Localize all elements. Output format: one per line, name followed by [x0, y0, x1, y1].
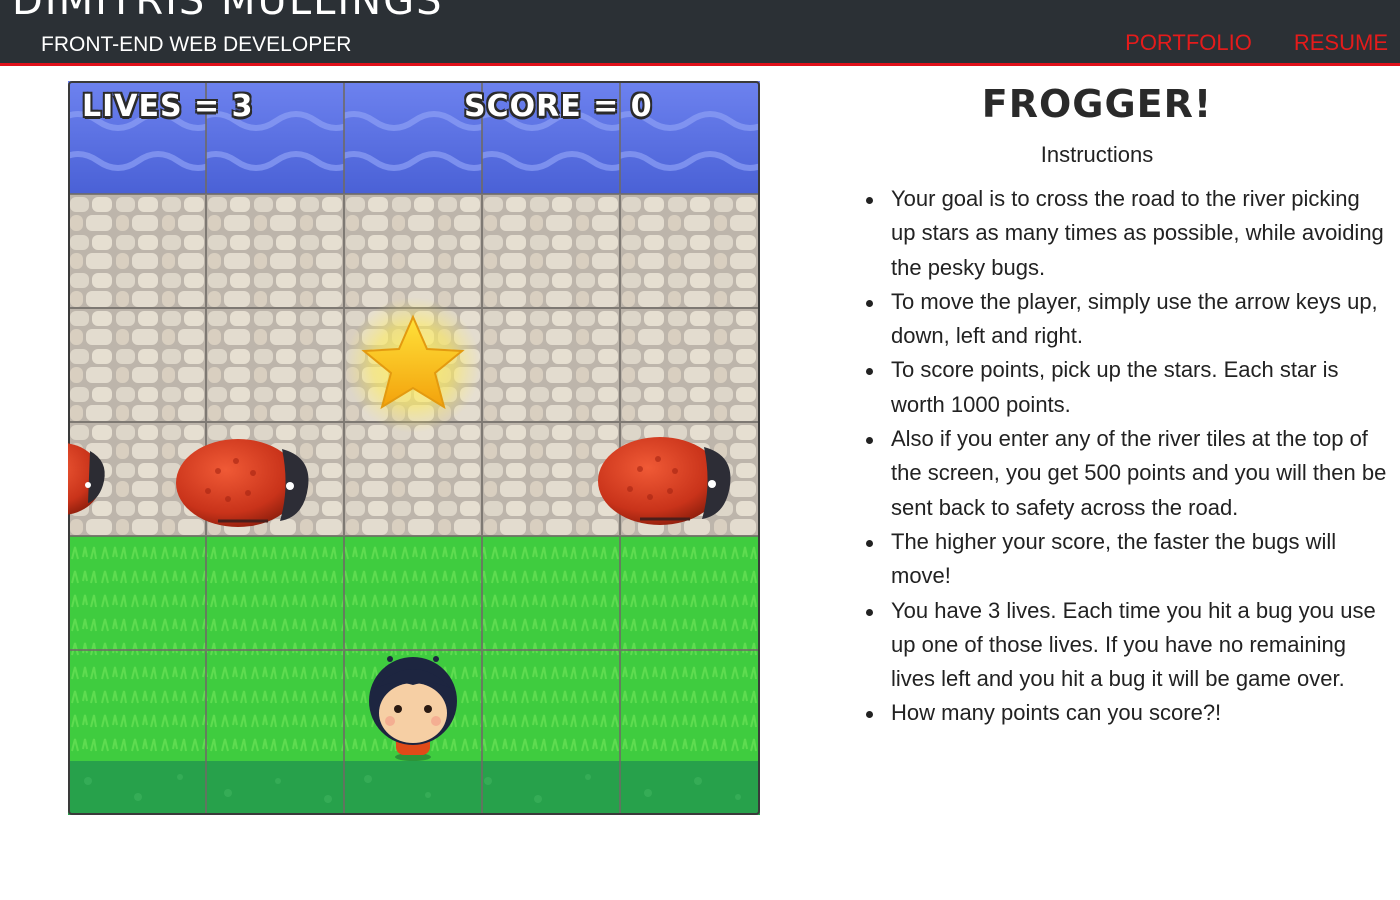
- game-canvas[interactable]: LIVES = 3 SCORE = 0: [68, 81, 760, 815]
- instructions-panel: FROGGER! Instructions Your goal is to cr…: [820, 82, 1390, 731]
- score-counter: SCORE = 0: [464, 89, 653, 124]
- bug-enemy: [176, 439, 309, 527]
- instructions-heading: Instructions: [1040, 142, 1154, 167]
- lives-counter: LIVES = 3: [82, 89, 254, 124]
- instruction-item: You have 3 lives. Each time you hit a bu…: [820, 594, 1390, 697]
- main-nav: PORTFOLIO RESUME: [1125, 30, 1388, 56]
- site-tagline: FRONT-END WEB DEVELOPER: [41, 33, 352, 56]
- site-header: DIMITRIS MULLINGS FRONT-END WEB DEVELOPE…: [0, 0, 1400, 66]
- instruction-item: Also if you enter any of the river tiles…: [820, 422, 1390, 525]
- instruction-item: Your goal is to cross the road to the ri…: [820, 182, 1390, 285]
- instructions-list: Your goal is to cross the road to the ri…: [820, 182, 1390, 731]
- game-title: FROGGER!: [981, 82, 1213, 126]
- nav-link-resume[interactable]: RESUME: [1294, 30, 1388, 56]
- star-collectible: [345, 297, 481, 433]
- instruction-item: To score points, pick up the stars. Each…: [820, 353, 1390, 422]
- site-name[interactable]: DIMITRIS MULLINGS: [12, 0, 444, 24]
- instruction-item: To move the player, simply use the arrow…: [820, 285, 1390, 354]
- nav-link-portfolio[interactable]: PORTFOLIO: [1125, 30, 1252, 56]
- game-board: [68, 81, 760, 815]
- instruction-item: The higher your score, the faster the bu…: [820, 525, 1390, 594]
- instruction-item: How many points can you score?!: [820, 696, 1390, 730]
- bug-enemy: [598, 437, 731, 525]
